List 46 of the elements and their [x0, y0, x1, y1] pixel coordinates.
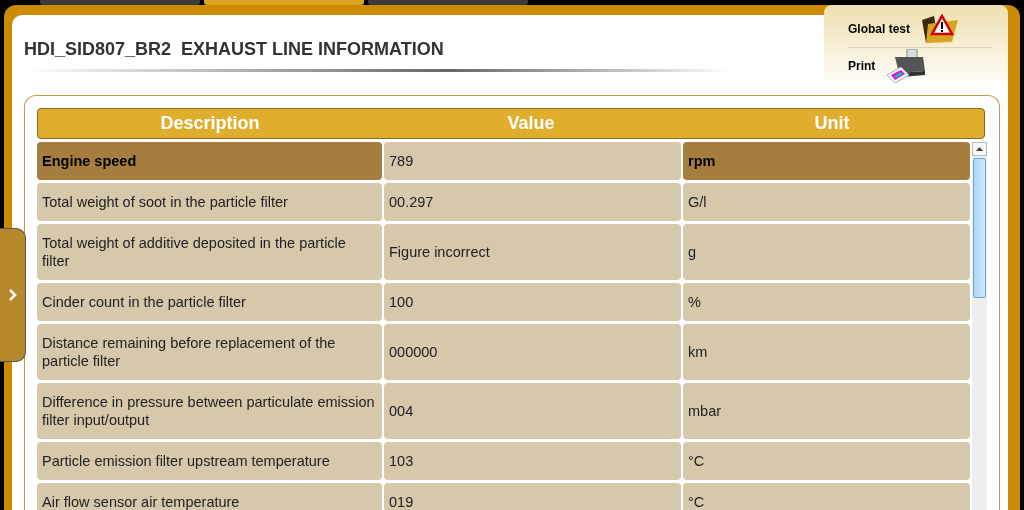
scroll-up-button[interactable] — [972, 142, 987, 156]
table-cell: °C — [683, 483, 970, 510]
table-cell: km — [683, 324, 970, 380]
table-row[interactable]: Distance remaining before replacement of the particle filter 000000 km — [37, 324, 970, 380]
table-cell: mbar — [683, 383, 970, 439]
table-cell: Engine speed — [37, 142, 382, 180]
table-row[interactable]: Particle emission filter upstream temperature 103 °C — [37, 442, 970, 480]
table-cell: Figure incorrect — [384, 224, 681, 280]
table-row[interactable]: Engine speed 789 rpm — [37, 142, 970, 180]
column-header: Unit — [813, 113, 851, 134]
chevron-right-icon — [8, 289, 17, 301]
column-header: Description — [159, 113, 261, 134]
table-cell: Particle emission filter upstream temperature — [37, 442, 382, 480]
scrollbar[interactable] — [972, 142, 987, 510]
table-cell: G/l — [683, 183, 970, 221]
table-cell: 000000 — [384, 324, 681, 380]
table-cell: rpm — [683, 142, 970, 180]
table-cell: g — [683, 224, 970, 280]
action-button[interactable]: Global test — [848, 11, 992, 47]
table-cell: Difference in pressure between particulate emission filter input/output — [37, 383, 382, 439]
scroll-thumb[interactable] — [973, 158, 986, 298]
table-cell: 100 — [384, 283, 681, 321]
window-title: HDI_SID807_BR2 EXHAUST LINE INFORMATION — [24, 39, 445, 60]
table-cell: 789 — [384, 142, 681, 180]
table-row[interactable]: Difference in pressure between particulate emission filter input/output 004 mbar — [37, 383, 970, 439]
action-button[interactable]: Print — [848, 47, 992, 83]
table-cell: °C — [683, 442, 970, 480]
table-row[interactable]: Total weight of soot in the particle filter 00.297 G/l — [37, 183, 970, 221]
table-cell: Distance remaining before replacement of the particle filter — [37, 324, 382, 380]
up-arrow-icon — [976, 147, 983, 151]
table-cell: % — [683, 283, 970, 321]
table-row[interactable]: Cinder count in the particle filter 100 % — [37, 283, 970, 321]
table-cell: Total weight of soot in the particle filter — [37, 183, 382, 221]
side-panel-toggle[interactable] — [0, 228, 26, 362]
table-cell: 004 — [384, 383, 681, 439]
warning-folder-icon — [920, 14, 960, 44]
table-cell: 019 — [384, 483, 681, 510]
table-cell: Total weight of additive deposited in the particle filter — [37, 224, 382, 280]
table-row[interactable]: Total weight of additive deposited in the particle filter Figure incorrect g — [37, 224, 970, 280]
table-cell: 103 — [384, 442, 681, 480]
table-cell: Air flow sensor air temperature — [37, 483, 382, 510]
column-header: Value — [506, 113, 556, 134]
printer-icon — [885, 48, 928, 83]
table-cell: Cinder count in the particle filter — [37, 283, 382, 321]
table-row[interactable]: Air flow sensor air temperature 019 °C — [37, 483, 970, 510]
table-cell: 00.297 — [384, 183, 681, 221]
